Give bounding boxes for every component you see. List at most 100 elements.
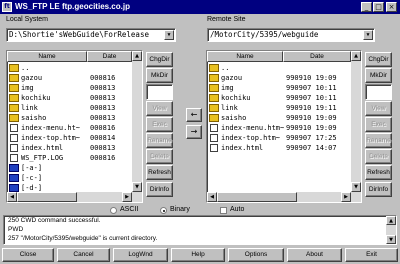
options-button[interactable]: Options bbox=[228, 248, 284, 262]
remote-exec-button[interactable]: Exec bbox=[365, 117, 392, 132]
auto-checkbox-box[interactable] bbox=[220, 207, 227, 214]
log-vscrollbar[interactable]: ▲ ▼ bbox=[386, 216, 396, 244]
file-date: 990910 19:09 bbox=[286, 114, 337, 122]
scroll-left-icon[interactable]: ◀ bbox=[7, 192, 17, 202]
local-rename-button[interactable]: Rename bbox=[146, 133, 173, 148]
ascii-radio-dot[interactable] bbox=[110, 207, 117, 214]
remote-view-button[interactable]: View bbox=[365, 101, 392, 116]
maximize-button[interactable]: □ bbox=[373, 2, 384, 12]
remote-dirinfo-button[interactable]: DirInfo bbox=[365, 182, 392, 197]
remote-vscrollbar[interactable]: ▲ ▼ bbox=[351, 51, 361, 192]
local-exec-button[interactable]: Exec bbox=[146, 117, 173, 132]
remote-path-combo[interactable]: /MotorCity/5395/webguide ▼ bbox=[207, 28, 375, 42]
ascii-label: ASCII bbox=[120, 206, 139, 213]
file-date: 000814 bbox=[90, 134, 116, 142]
remote-refresh-button[interactable]: Refresh bbox=[365, 165, 392, 180]
scroll-up-icon[interactable]: ▲ bbox=[132, 51, 142, 61]
file-name: img bbox=[221, 84, 234, 92]
file-date: 990907 17:25 bbox=[286, 134, 337, 142]
chevron-down-icon[interactable]: ▼ bbox=[363, 30, 373, 40]
scroll-down-icon[interactable]: ▼ bbox=[351, 182, 361, 192]
help-button[interactable]: Help bbox=[171, 248, 225, 262]
parent-folder-icon bbox=[209, 64, 219, 72]
local-filter-input[interactable] bbox=[146, 84, 173, 100]
folder-icon bbox=[9, 104, 19, 112]
folder-icon bbox=[9, 74, 19, 82]
file-name: .. bbox=[21, 64, 30, 72]
folder-icon bbox=[209, 104, 219, 112]
logwnd-button[interactable]: LogWnd bbox=[113, 248, 168, 262]
file-date: 000816 bbox=[90, 154, 116, 162]
folder-icon bbox=[209, 94, 219, 102]
remote-delete-button[interactable]: Delete bbox=[365, 149, 392, 164]
cancel-button[interactable]: Cancel bbox=[57, 248, 110, 262]
folder-icon bbox=[209, 74, 219, 82]
remote-hscroll-thumb[interactable] bbox=[217, 192, 297, 202]
message-log[interactable]: 250 CWD command successful. PWD 257 "/Mo… bbox=[3, 215, 397, 245]
transfer-left-button[interactable]: ← bbox=[186, 108, 202, 122]
ftp-icon[interactable]: ft bbox=[2, 2, 12, 12]
close-window-button[interactable]: × bbox=[386, 2, 397, 12]
about-button[interactable]: About bbox=[287, 248, 342, 262]
local-hscroll-thumb[interactable] bbox=[17, 192, 77, 202]
file-date: 000816 bbox=[90, 124, 116, 132]
file-date: 990910 19:09 bbox=[286, 124, 337, 132]
log-line: 250 CWD command successful. bbox=[8, 217, 101, 224]
local-chgdir-button[interactable]: ChgDir bbox=[146, 52, 173, 67]
file-date: 000813 bbox=[90, 114, 116, 122]
minimize-button[interactable]: _ bbox=[361, 2, 372, 12]
file-name: saisho bbox=[21, 114, 47, 122]
local-mkdir-button[interactable]: MkDir bbox=[146, 68, 173, 83]
local-hscrollbar[interactable]: ◀ ▶ bbox=[7, 192, 142, 202]
scroll-right-icon[interactable]: ▶ bbox=[122, 192, 132, 202]
remote-filter-input[interactable] bbox=[365, 84, 392, 100]
local-refresh-button[interactable]: Refresh bbox=[146, 165, 173, 180]
local-file-list[interactable]: Name Date .. gazou 000816 img 000813 kochiku 0… bbox=[6, 50, 143, 203]
local-col-date[interactable]: Date bbox=[87, 51, 132, 62]
exit-button[interactable]: Exit bbox=[345, 248, 398, 262]
remote-site-label: Remote Site bbox=[207, 16, 246, 23]
binary-label: Binary bbox=[170, 206, 190, 213]
transfer-right-button[interactable]: → bbox=[186, 125, 202, 139]
scroll-right-icon[interactable]: ▶ bbox=[341, 192, 351, 202]
remote-mkdir-button[interactable]: MkDir bbox=[365, 68, 392, 83]
file-icon bbox=[10, 154, 18, 162]
drive-icon bbox=[9, 164, 19, 172]
remote-rename-button[interactable]: Rename bbox=[365, 133, 392, 148]
remote-col-date[interactable]: Date bbox=[283, 51, 351, 62]
scroll-left-icon[interactable]: ◀ bbox=[207, 192, 217, 202]
scroll-up-icon[interactable]: ▲ bbox=[351, 51, 361, 61]
remote-hscrollbar[interactable]: ◀ ▶ bbox=[207, 192, 361, 202]
folder-icon bbox=[209, 84, 219, 92]
file-name: WS_FTP.LOG bbox=[21, 154, 64, 162]
local-path-combo[interactable]: D:\Shortie'sWebGuide\ForRelease ▼ bbox=[6, 28, 176, 42]
local-vscrollbar[interactable]: ▲ ▼ bbox=[132, 51, 142, 192]
chevron-down-icon[interactable]: ▼ bbox=[164, 30, 174, 40]
file-date: 000813 bbox=[90, 84, 116, 92]
file-date: 990907 14:07 bbox=[286, 144, 337, 152]
file-name: index-menu.htm~ bbox=[221, 124, 285, 132]
remote-col-name[interactable]: Name bbox=[207, 51, 283, 62]
bottom-button-bar: Close Cancel LogWnd Help Options About E… bbox=[0, 247, 400, 264]
local-delete-button[interactable]: Delete bbox=[146, 149, 173, 164]
local-view-button[interactable]: View bbox=[146, 101, 173, 116]
auto-label: Auto bbox=[230, 206, 245, 213]
file-name: index.html bbox=[221, 144, 264, 152]
window-title: WS_FTP LE ftp.geocities.co.jp bbox=[15, 2, 130, 11]
close-button[interactable]: Close bbox=[2, 248, 54, 262]
scroll-up-icon[interactable]: ▲ bbox=[386, 216, 396, 225]
parent-folder-icon bbox=[9, 64, 19, 72]
binary-radio-dot[interactable] bbox=[160, 207, 167, 214]
local-dirinfo-button[interactable]: DirInfo bbox=[146, 182, 173, 197]
file-name: img bbox=[21, 84, 34, 92]
file-name: index-menu.ht~ bbox=[21, 124, 81, 132]
scroll-down-icon[interactable]: ▼ bbox=[132, 182, 142, 192]
remote-chgdir-button[interactable]: ChgDir bbox=[365, 52, 392, 67]
remote-file-list[interactable]: Name Date .. gazou 990910 19:09 img 990907 1… bbox=[206, 50, 362, 203]
scroll-down-icon[interactable]: ▼ bbox=[386, 235, 396, 244]
file-date: 990910 19:09 bbox=[286, 74, 337, 82]
local-col-name[interactable]: Name bbox=[7, 51, 87, 62]
file-name: [-a-] bbox=[21, 164, 43, 172]
file-icon bbox=[10, 144, 18, 152]
log-line: 257 "/MotorCity/5395/webguide" is curren… bbox=[8, 235, 158, 242]
